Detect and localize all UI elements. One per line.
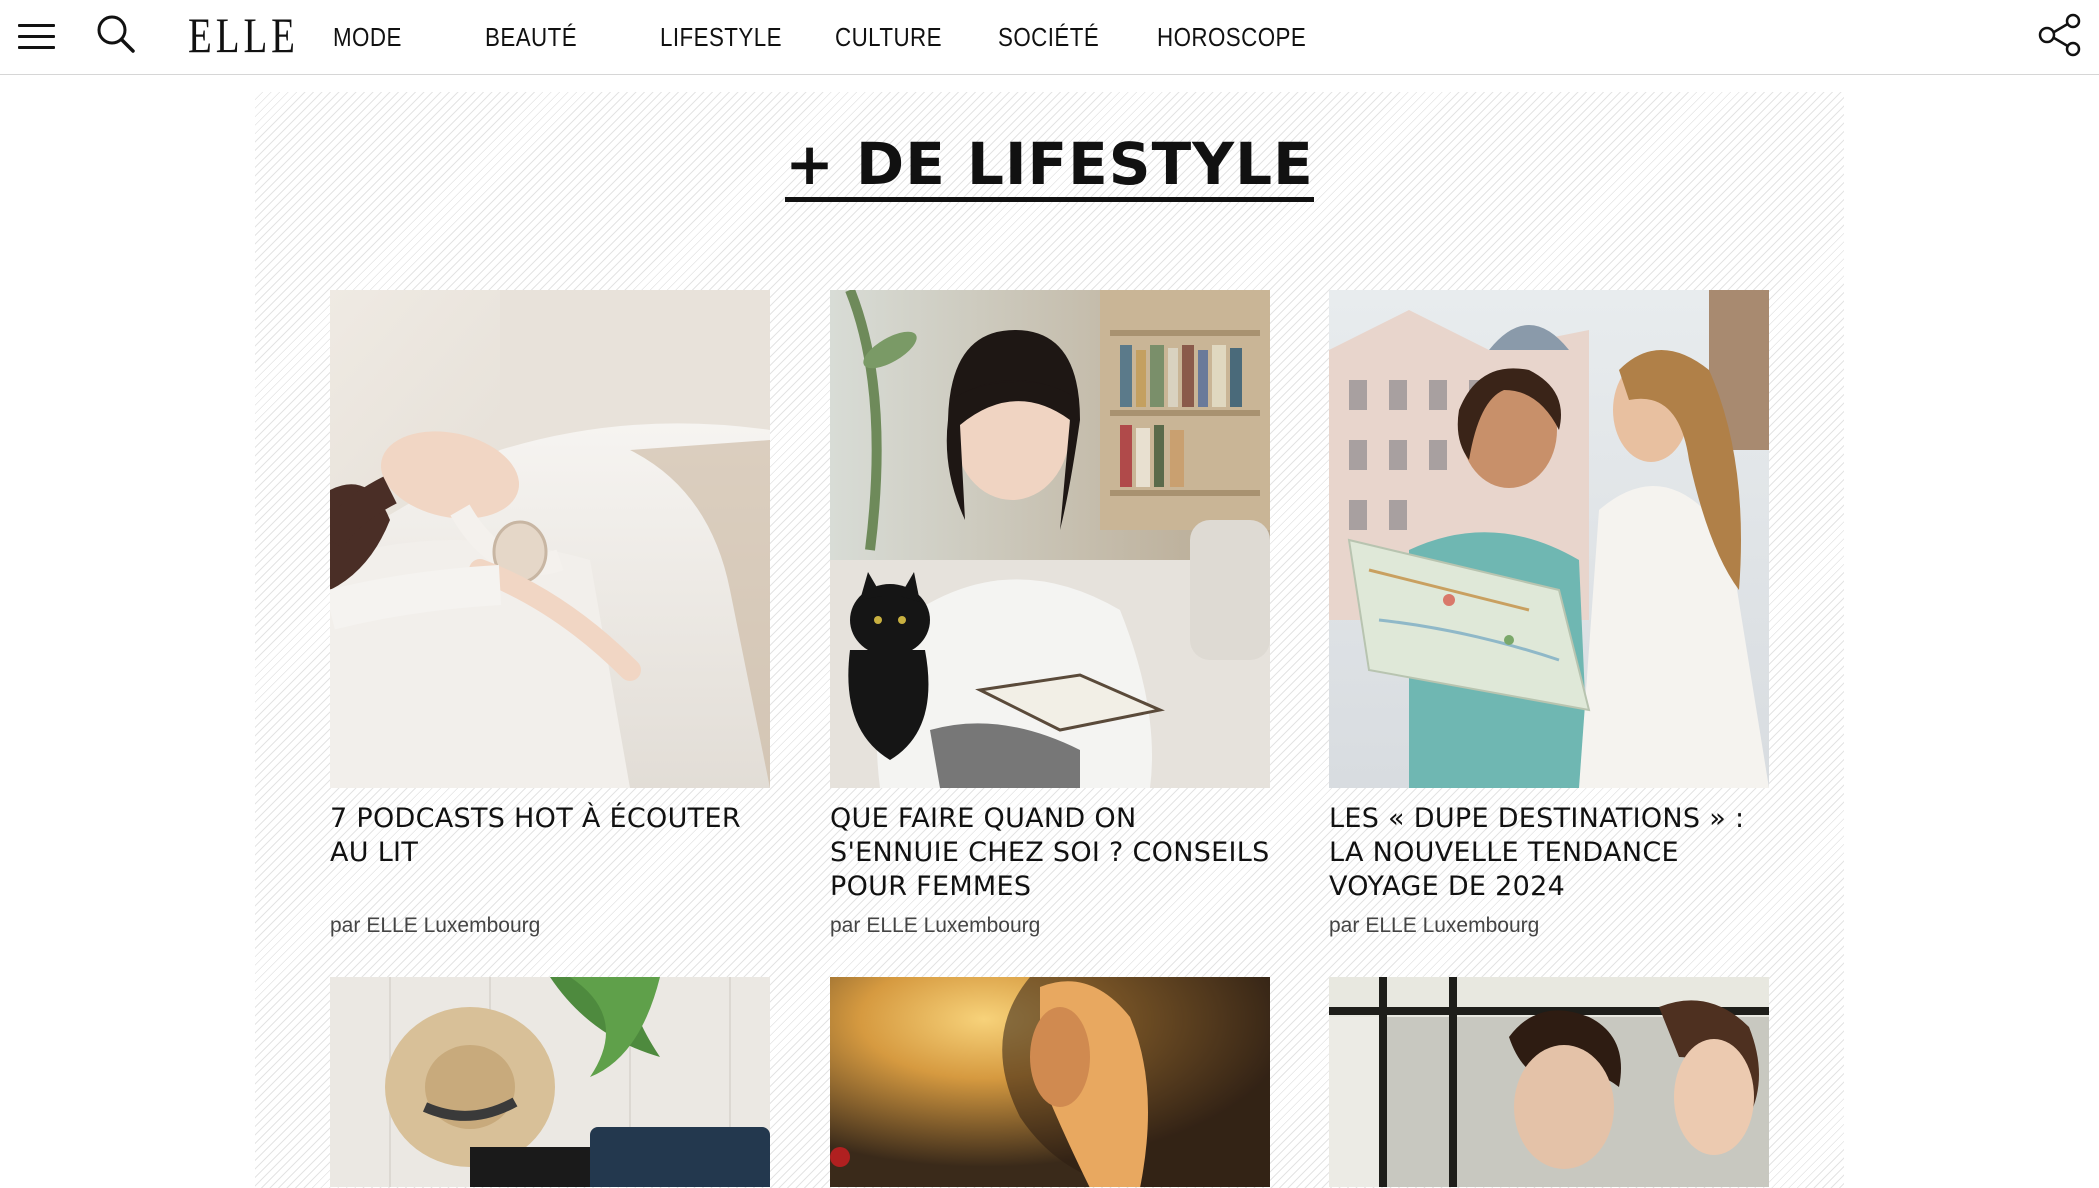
section-title-link[interactable]: + DE LIFESTYLE bbox=[785, 133, 1314, 202]
author-prefix: par bbox=[1329, 914, 1360, 937]
menu-bar bbox=[18, 46, 55, 49]
article-card[interactable]: QUE FAIRE QUAND ON S'ENNUIE CHEZ SOI ? C… bbox=[830, 290, 1270, 938]
article-card[interactable]: LES « DUPE DESTINATIONS » : LA NOUVELLE … bbox=[1329, 290, 1769, 938]
nav-item-lifestyle[interactable]: LIFESTYLE bbox=[660, 22, 782, 53]
nav-item-mode[interactable]: MODE bbox=[333, 22, 401, 53]
nav-item-beaute[interactable]: BEAUTÉ bbox=[485, 22, 577, 53]
nav-item-societe[interactable]: SOCIÉTÉ bbox=[998, 22, 1099, 53]
article-title[interactable]: LES « DUPE DESTINATIONS » : LA NOUVELLE … bbox=[1329, 802, 1769, 904]
article-author: par ELLE Luxembourg bbox=[330, 914, 770, 938]
search-icon[interactable] bbox=[95, 13, 137, 55]
menu-icon[interactable] bbox=[18, 22, 56, 52]
article-image-suitcase[interactable] bbox=[330, 977, 770, 1187]
nav-item-culture[interactable]: CULTURE bbox=[835, 22, 942, 53]
author-name[interactable]: ELLE Luxembourg bbox=[366, 914, 540, 937]
elle-logo[interactable]: ELLE bbox=[188, 6, 299, 64]
article-title[interactable]: 7 PODCASTS HOT À ÉCOUTER AU LIT bbox=[330, 802, 770, 904]
article-image-sunset[interactable] bbox=[830, 977, 1270, 1187]
main-nav: MODE BEAUTÉ LIFESTYLE CULTURE SOCIÉTÉ HO… bbox=[333, 0, 1406, 75]
article-author: par ELLE Luxembourg bbox=[1329, 914, 1769, 938]
nav-item-horoscope[interactable]: HOROSCOPE bbox=[1157, 22, 1306, 53]
author-prefix: par bbox=[330, 914, 361, 937]
author-name[interactable]: ELLE Luxembourg bbox=[866, 914, 1040, 937]
author-prefix: par bbox=[830, 914, 861, 937]
more-lifestyle-section: + DE LIFESTYLE 7 PODCASTS HOT À ÉCOUTER … bbox=[255, 92, 1844, 1188]
article-image-reading-cat[interactable] bbox=[830, 290, 1270, 788]
section-title: + DE LIFESTYLE bbox=[255, 130, 1844, 202]
menu-bar bbox=[18, 24, 55, 27]
article-card[interactable]: 7 PODCASTS HOT À ÉCOUTER AU LIT par ELLE … bbox=[330, 290, 770, 938]
share-icon[interactable] bbox=[2036, 13, 2084, 57]
site-header: ELLE MODE BEAUTÉ LIFESTYLE CULTURE SOCIÉ… bbox=[0, 0, 2099, 75]
author-name[interactable]: ELLE Luxembourg bbox=[1365, 914, 1539, 937]
article-image-headphones[interactable] bbox=[330, 290, 770, 788]
article-title[interactable]: QUE FAIRE QUAND ON S'ENNUIE CHEZ SOI ? C… bbox=[830, 802, 1270, 904]
article-image-couple[interactable] bbox=[1329, 977, 1769, 1187]
article-image-map[interactable] bbox=[1329, 290, 1769, 788]
menu-bar bbox=[18, 35, 55, 38]
article-author: par ELLE Luxembourg bbox=[830, 914, 1270, 938]
